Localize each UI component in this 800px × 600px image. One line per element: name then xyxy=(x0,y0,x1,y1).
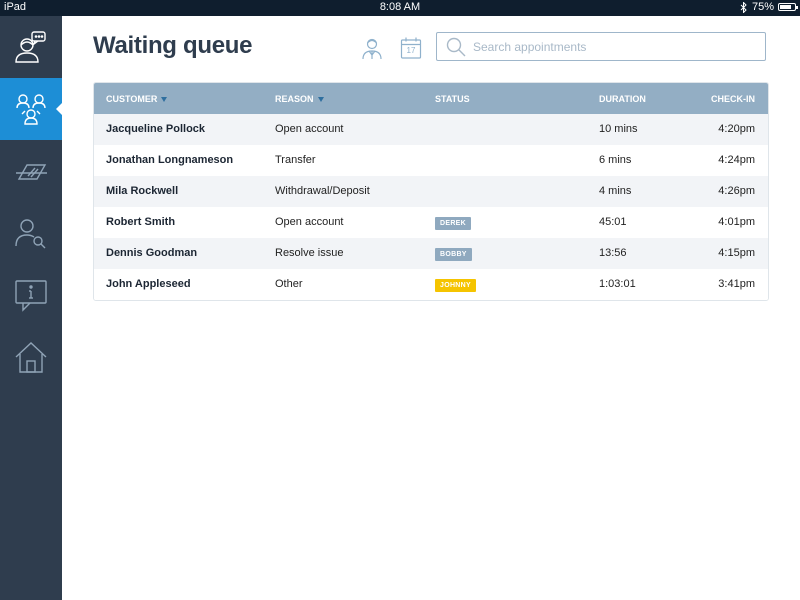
nav-home[interactable] xyxy=(0,326,62,388)
cell-customer: John Appleseed xyxy=(106,278,191,290)
cell-customer: Jonathan Longnameson xyxy=(106,154,234,166)
cell-checkin: 4:24pm xyxy=(718,154,755,166)
cell-checkin: 4:01pm xyxy=(718,216,755,228)
table-row[interactable]: John Appleseed Other JOHNNY 1:03:01 3:41… xyxy=(94,269,768,300)
cell-status: DEREK xyxy=(435,216,472,230)
column-label: CUSTOMER xyxy=(106,94,158,104)
cell-duration: 1:03:01 xyxy=(599,278,636,290)
search-input[interactable] xyxy=(473,39,753,54)
status-badge: JOHNNY xyxy=(435,279,476,292)
cell-reason: Resolve issue xyxy=(275,247,344,259)
clock: 8:08 AM xyxy=(379,1,421,13)
table-row[interactable]: Jacqueline Pollock Open account 10 mins … xyxy=(94,114,768,145)
cell-reason: Open account xyxy=(275,123,344,135)
home-icon xyxy=(15,342,47,373)
column-header-reason[interactable]: REASON xyxy=(275,94,324,104)
column-header-duration[interactable]: DURATION xyxy=(599,94,646,104)
table-row[interactable]: Dennis Goodman Resolve issue BOBBY 13:56… xyxy=(94,238,768,269)
calendar-day: 17 xyxy=(406,46,416,55)
page-title: Waiting queue xyxy=(93,32,253,59)
cell-duration: 10 mins xyxy=(599,123,638,135)
nav-info[interactable] xyxy=(0,264,62,326)
battery-icon xyxy=(778,3,798,11)
cell-checkin: 4:15pm xyxy=(718,247,755,259)
main-content: Waiting queue 17 CUSTOMER RE xyxy=(62,16,800,600)
cell-customer: Mila Rockwell xyxy=(106,185,179,197)
cell-status: BOBBY xyxy=(435,247,472,261)
cell-duration: 4 mins xyxy=(599,185,632,197)
sort-arrow-icon xyxy=(161,96,168,102)
table-body: Jacqueline Pollock Open account 10 mins … xyxy=(94,114,768,300)
person-search-icon xyxy=(15,219,46,249)
cell-checkin: 4:26pm xyxy=(718,185,755,197)
bluetooth-icon xyxy=(740,1,747,13)
info-bubble-icon xyxy=(15,280,47,312)
table-row[interactable]: Jonathan Longnameson Transfer 6 mins 4:2… xyxy=(94,145,768,176)
cell-duration: 45:01 xyxy=(599,216,627,228)
status-bar: iPad 8:08 AM 75% xyxy=(0,0,800,16)
status-badge: DEREK xyxy=(435,217,472,230)
nav-waiting-queue[interactable] xyxy=(0,78,62,140)
calendar-button[interactable]: 17 xyxy=(399,36,423,60)
battery-percent: 75% xyxy=(751,1,774,13)
cell-duration: 6 mins xyxy=(599,154,632,166)
nav-customer-search[interactable] xyxy=(0,202,62,264)
sidebar xyxy=(0,16,62,600)
cell-status: JOHNNY xyxy=(435,278,476,292)
search-icon xyxy=(446,37,466,56)
nav-transactions[interactable] xyxy=(0,140,62,202)
cell-duration: 13:56 xyxy=(599,247,627,259)
card-swipe-icon xyxy=(16,164,47,180)
table-header: CUSTOMER REASON STATUS DURATION CHECK-IN xyxy=(94,83,768,114)
table-row[interactable]: Robert Smith Open account DEREK 45:01 4:… xyxy=(94,207,768,238)
nav-advisor-chat[interactable] xyxy=(0,16,62,78)
column-label: STATUS xyxy=(435,94,470,104)
sort-arrow-icon xyxy=(317,96,324,102)
column-label: REASON xyxy=(275,94,314,104)
column-label: DURATION xyxy=(599,94,646,104)
cell-reason: Open account xyxy=(275,216,344,228)
cell-customer: Dennis Goodman xyxy=(106,247,198,259)
status-right: 75% xyxy=(740,1,798,13)
table-row[interactable]: Mila Rockwell Withdrawal/Deposit 4 mins … xyxy=(94,176,768,207)
column-header-checkin[interactable]: CHECK-IN xyxy=(711,94,755,104)
cell-checkin: 3:41pm xyxy=(718,278,755,290)
cell-customer: Jacqueline Pollock xyxy=(106,123,206,135)
cell-reason: Other xyxy=(275,278,303,290)
column-label: CHECK-IN xyxy=(711,94,755,104)
column-header-customer[interactable]: CUSTOMER xyxy=(106,94,168,104)
agent-icon[interactable] xyxy=(360,36,384,60)
cell-reason: Transfer xyxy=(275,154,316,166)
status-badge: BOBBY xyxy=(435,248,472,261)
cell-checkin: 4:20pm xyxy=(718,123,755,135)
cell-reason: Withdrawal/Deposit xyxy=(275,185,370,197)
column-header-status[interactable]: STATUS xyxy=(435,94,470,104)
cell-customer: Robert Smith xyxy=(106,216,176,228)
group-people-icon xyxy=(16,94,46,125)
search-box[interactable] xyxy=(436,32,766,61)
waiting-queue-table: CUSTOMER REASON STATUS DURATION CHECK-IN… xyxy=(93,82,769,301)
person-speech-icon xyxy=(15,31,46,63)
